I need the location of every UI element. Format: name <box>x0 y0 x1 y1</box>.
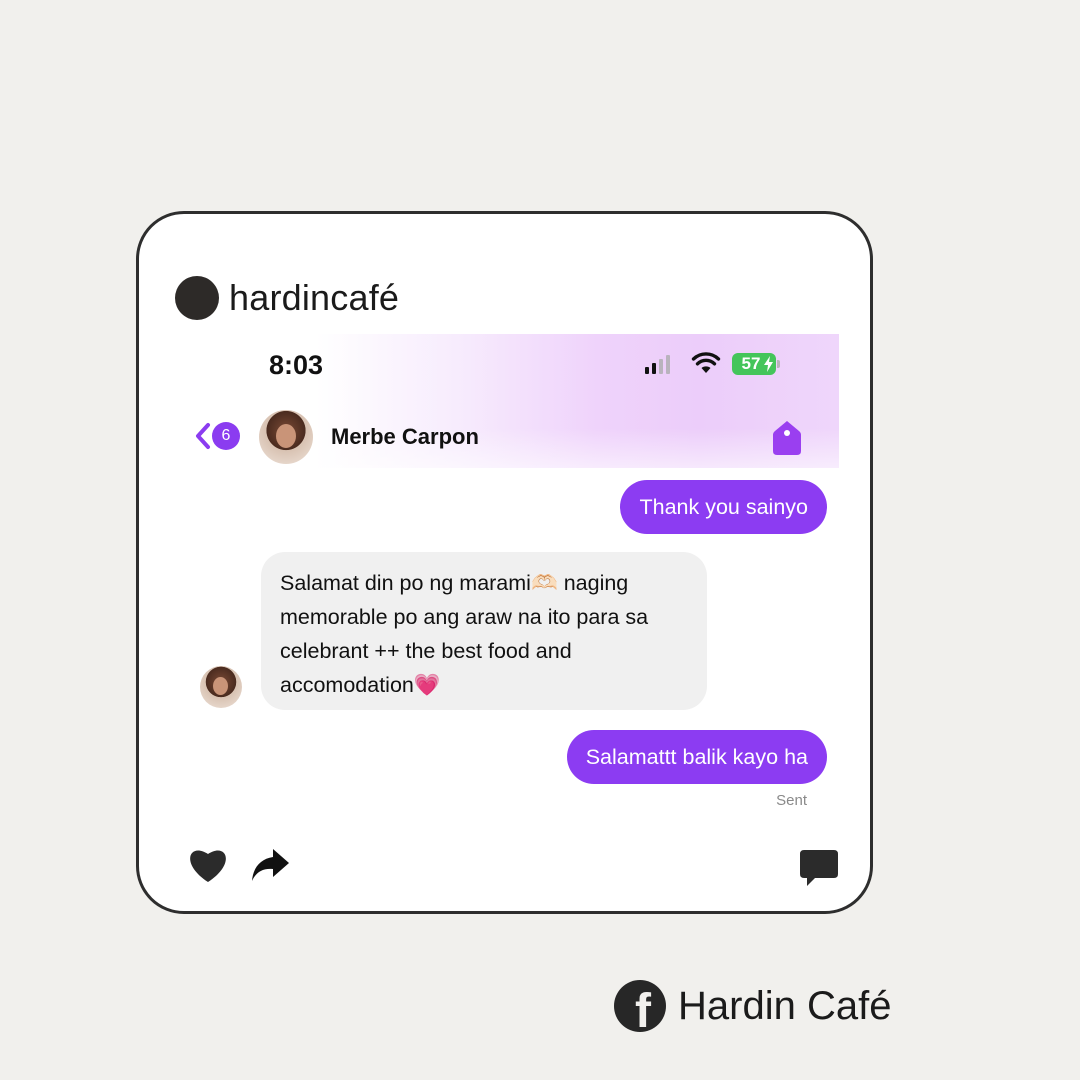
charging-bolt-icon <box>764 356 773 372</box>
sent-status: Sent <box>776 792 807 809</box>
post-card: hardincafé 8:03 57 6 Merbe Carpon Thank … <box>136 211 873 914</box>
battery-cap <box>777 360 780 368</box>
incoming-message[interactable]: Salamat din po ng marami🫶🏻 naging memora… <box>261 552 707 710</box>
status-time: 8:03 <box>269 350 324 380</box>
wifi-icon <box>691 352 721 373</box>
battery-level: 57 <box>741 354 761 373</box>
post-avatar[interactable] <box>175 276 219 320</box>
comment-icon[interactable] <box>799 848 839 888</box>
post-header: hardincafé <box>175 276 399 320</box>
chat-header: 6 Merbe Carpon <box>196 410 839 466</box>
chat-screenshot: 8:03 57 6 Merbe Carpon Thank you sainyo … <box>196 334 839 814</box>
post-username[interactable]: hardincafé <box>229 277 399 319</box>
contact-name[interactable]: Merbe Carpon <box>331 424 479 450</box>
back-button[interactable]: 6 <box>193 420 240 452</box>
post-actions <box>187 846 291 884</box>
unread-count-badge: 6 <box>212 422 240 450</box>
page-name[interactable]: Hardin Café <box>678 984 891 1029</box>
outgoing-message[interactable]: Thank you sainyo <box>620 480 827 534</box>
heart-icon[interactable] <box>187 846 229 884</box>
sender-avatar[interactable] <box>200 666 242 708</box>
facebook-icon[interactable]: f <box>614 980 666 1032</box>
share-icon[interactable] <box>251 847 291 883</box>
outgoing-message[interactable]: Salamattt balik kayo ha <box>566 730 827 784</box>
battery-icon: 57 <box>732 353 776 375</box>
footer-brand: f Hardin Café <box>614 980 891 1032</box>
signal-icon <box>645 354 670 374</box>
contact-avatar[interactable] <box>259 410 313 464</box>
tag-icon[interactable] <box>771 420 803 456</box>
back-chevron-icon <box>196 423 210 449</box>
